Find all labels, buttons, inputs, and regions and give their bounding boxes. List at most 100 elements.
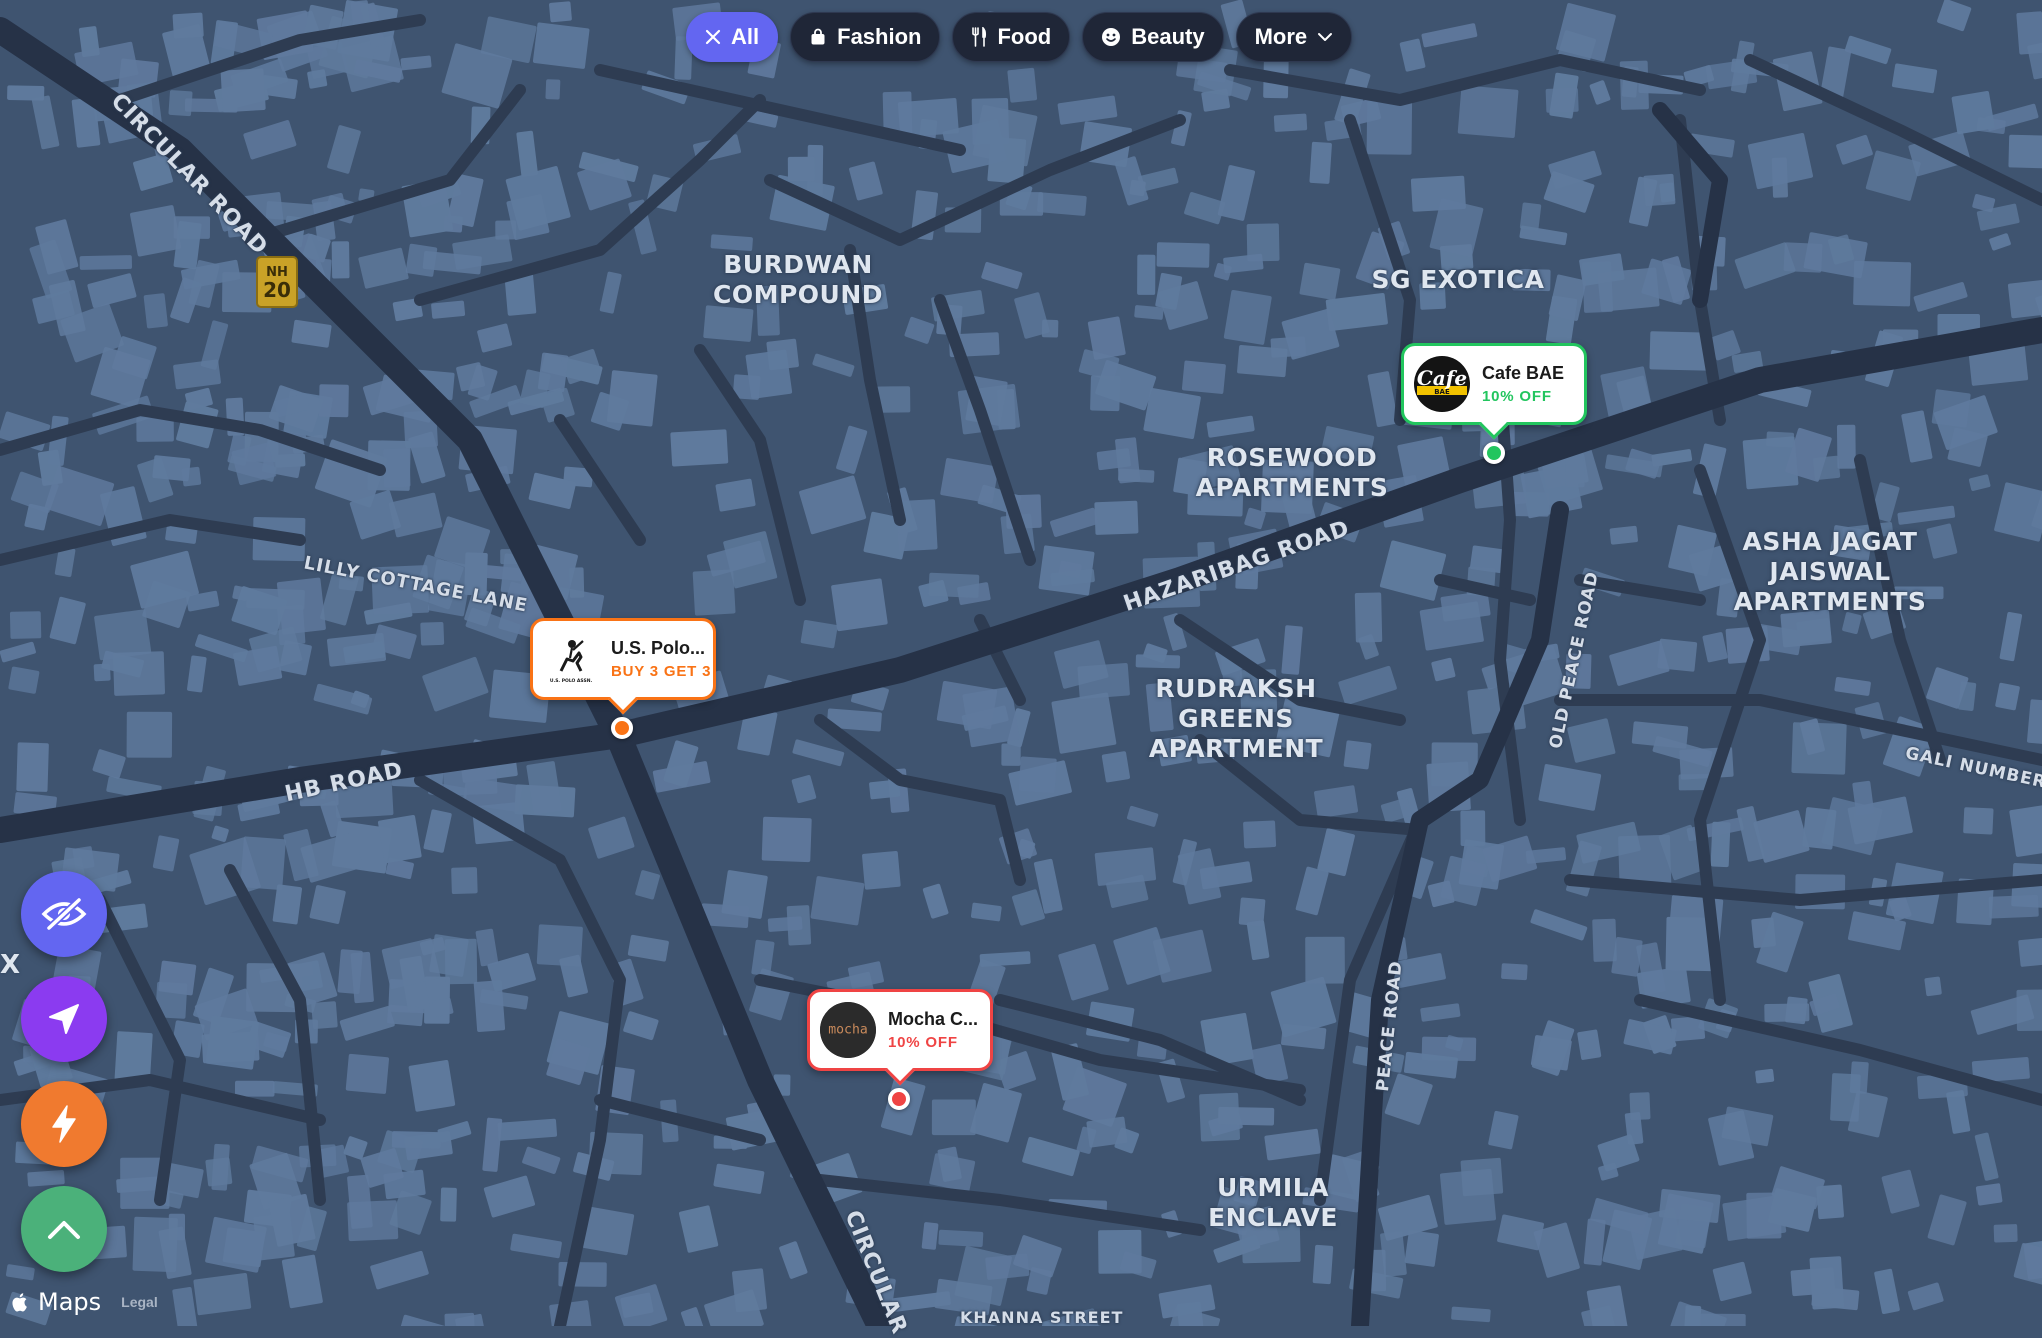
- maps-brand-text: Maps: [38, 1288, 102, 1316]
- building-footprint: [211, 1143, 230, 1191]
- building-footprint: [1176, 1301, 1205, 1326]
- building-footprint: [1802, 807, 1837, 850]
- building-footprint: [387, 1004, 424, 1027]
- building-footprint: [307, 69, 328, 89]
- building-footprint: [1243, 820, 1277, 849]
- filter-chip-beauty[interactable]: Beauty: [1082, 12, 1224, 62]
- map-attribution: Maps Legal: [12, 1288, 158, 1316]
- building-footprint: [429, 934, 469, 977]
- building-footprint: [1181, 360, 1226, 394]
- building-footprint: [1755, 1068, 1775, 1084]
- building-footprint: [1790, 1267, 1836, 1297]
- apple-logo-icon: [12, 1293, 27, 1312]
- building-footprint: [222, 1227, 266, 1268]
- navigate-location-button[interactable]: [21, 976, 107, 1062]
- store-pin-card-mocha[interactable]: mocha Mocha C... 10% OFF: [807, 989, 993, 1071]
- us-polo-logo-text: U.S. POLO ASSN.: [550, 678, 593, 684]
- building-footprint: [1036, 192, 1087, 216]
- chevron-down-icon: [1318, 33, 1333, 41]
- building-footprint: [158, 960, 197, 996]
- store-location-dot-us-polo[interactable]: [611, 717, 633, 739]
- building-footprint: [928, 572, 980, 598]
- filter-chip-all[interactable]: All: [686, 12, 779, 62]
- shield-line2: 20: [263, 278, 291, 302]
- shopping-bag-icon: [811, 28, 825, 45]
- store-location-dot-cafe-bae[interactable]: [1483, 442, 1505, 464]
- building-footprint: [1988, 894, 2039, 919]
- building-footprint: [1404, 1230, 1439, 1267]
- building-footprint: [1312, 1244, 1334, 1285]
- building-footprint: [234, 1080, 275, 1097]
- store-offer: 10% OFF: [888, 1034, 958, 1051]
- expand-panel-button[interactable]: [21, 1186, 107, 1272]
- legal-link[interactable]: Legal: [121, 1294, 158, 1310]
- building-footprint: [931, 1099, 976, 1136]
- building-footprint: [420, 621, 445, 646]
- category-filter-bar: All Fashion Food Beauty More: [686, 12, 1353, 62]
- building-footprint: [1137, 254, 1156, 295]
- building-footprint: [345, 1053, 390, 1094]
- building-footprint: [938, 1229, 984, 1247]
- building-footprint: [703, 305, 754, 342]
- building-footprint: [1086, 1116, 1128, 1148]
- place-label-urmila-enclave: URMILA ENCLAVE: [1208, 1173, 1338, 1232]
- store-pin-card-cafe-bae[interactable]: Cafe BAE Cafe BAE 10% OFF: [1401, 343, 1587, 425]
- building-footprint: [408, 1060, 456, 1112]
- building-footprint: [1501, 963, 1528, 981]
- filter-chip-label: All: [731, 24, 760, 49]
- building-footprint: [193, 1273, 252, 1316]
- place-label-burdwan-compound: BURDWAN COMPOUND: [712, 250, 884, 309]
- filter-chip-fashion[interactable]: Fashion: [790, 12, 941, 62]
- building-footprint: [1658, 1189, 1721, 1223]
- building-footprint: [451, 867, 478, 895]
- filter-chip-label: Food: [997, 24, 1052, 49]
- building-footprint: [9, 611, 42, 639]
- cafe-logo-text: Cafe: [1417, 366, 1467, 390]
- filter-chip-food[interactable]: Food: [952, 12, 1071, 62]
- cafe-logo-sub: BAE: [1434, 388, 1450, 396]
- building-footprint: [1519, 202, 1542, 231]
- building-footprint: [274, 453, 306, 468]
- building-footprint: [1309, 141, 1332, 184]
- building-footprint: [377, 814, 422, 864]
- building-footprint: [1101, 751, 1131, 783]
- building-footprint: [331, 241, 350, 279]
- building-footprint: [1975, 1183, 2003, 1206]
- building-footprint: [862, 851, 901, 890]
- building-footprint: [27, 1170, 65, 1187]
- building-footprint: [1051, 692, 1117, 754]
- building-footprint: [1007, 67, 1038, 103]
- fork-knife-icon: [972, 27, 987, 47]
- building-footprint: [205, 1015, 259, 1070]
- toggle-visibility-button[interactable]: [21, 871, 107, 957]
- map-canvas[interactable]: [0, 0, 2042, 1326]
- filter-chip-more[interactable]: More: [1235, 12, 1353, 62]
- building-footprint: [1460, 810, 1486, 846]
- store-pin-card-us-polo[interactable]: U.S. POLO ASSN. U.S. Polo... BUY 3 GET 3: [530, 618, 716, 700]
- mocha-logo-text: mocha: [828, 1023, 867, 1038]
- building-footprint: [1951, 91, 1995, 135]
- quick-deals-button[interactable]: [21, 1081, 107, 1167]
- building-footprint: [1783, 242, 1823, 273]
- building-footprint: [2007, 278, 2042, 319]
- building-footprint: [79, 255, 132, 270]
- building-footprint: [1354, 592, 1383, 643]
- building-footprint: [1710, 821, 1731, 868]
- building-footprint: [130, 205, 182, 257]
- building-footprint: [391, 1131, 442, 1149]
- building-footprint: [745, 349, 793, 399]
- building-footprint: [1343, 740, 1372, 770]
- store-location-dot-mocha[interactable]: [888, 1088, 910, 1110]
- highway-shield-nh20: NH 20: [256, 256, 298, 308]
- building-footprint: [431, 300, 466, 319]
- building-footprint: [16, 742, 49, 792]
- filter-chip-label: Fashion: [837, 24, 922, 49]
- building-footprint: [1609, 525, 1638, 545]
- place-label-sg-exotica: SG EXOTICA: [1371, 265, 1545, 294]
- building-footprint: [272, 884, 303, 925]
- building-footprint: [1273, 113, 1308, 132]
- building-footprint: [1366, 100, 1413, 155]
- building-footprint: [93, 663, 111, 682]
- building-footprint: [532, 22, 590, 69]
- chevron-up-icon: [48, 1221, 80, 1239]
